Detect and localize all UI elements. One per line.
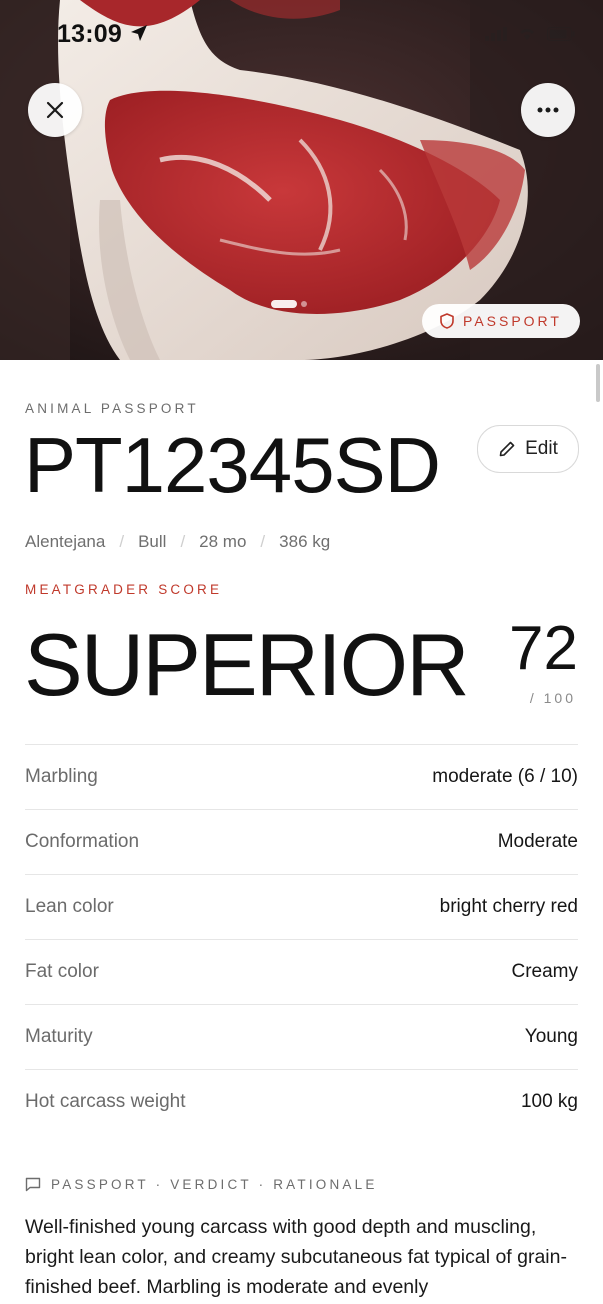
rationale-heading-label: PASSPORT · VERDICT · RATIONALE bbox=[51, 1177, 378, 1192]
meta-breed: Alentejana bbox=[25, 532, 106, 551]
carousel-indicator-active[interactable] bbox=[271, 300, 297, 308]
meta-age: 28 mo bbox=[199, 532, 247, 551]
attribute-list: Marbling moderate (6 / 10) Conformation … bbox=[25, 744, 578, 1134]
attribute-label: Conformation bbox=[25, 831, 140, 852]
attribute-label: Hot carcass weight bbox=[25, 1091, 186, 1112]
attribute-label: Maturity bbox=[25, 1026, 93, 1047]
attribute-label: Marbling bbox=[25, 766, 98, 787]
close-button[interactable] bbox=[28, 83, 82, 137]
attribute-value: bright cherry red bbox=[439, 896, 578, 917]
score-value: 72 bbox=[509, 614, 578, 683]
signal-icon bbox=[485, 26, 507, 41]
more-options-button[interactable] bbox=[521, 83, 575, 137]
score-grade: SUPERIOR bbox=[24, 615, 470, 714]
location-arrow-icon bbox=[131, 25, 147, 41]
shield-icon bbox=[440, 313, 454, 329]
attribute-value: 100 kg bbox=[520, 1091, 578, 1112]
comment-icon bbox=[25, 1177, 41, 1192]
meta-separator: / bbox=[180, 532, 186, 551]
attribute-value: Moderate bbox=[497, 831, 578, 852]
meta-sex: Bull bbox=[138, 532, 167, 551]
close-icon bbox=[46, 101, 64, 119]
meta-separator: / bbox=[119, 532, 125, 551]
attribute-row-conformation: Conformation Moderate bbox=[25, 809, 578, 874]
hero-image: 13:09 PASSPORT bbox=[0, 0, 603, 360]
attribute-label: Fat color bbox=[25, 961, 99, 982]
animal-id-title: PT12345SD bbox=[24, 421, 441, 509]
attribute-value: moderate (6 / 10) bbox=[432, 766, 578, 787]
score-max: / 100 bbox=[529, 690, 576, 706]
attribute-label: Lean color bbox=[25, 896, 114, 917]
attribute-row-marbling: Marbling moderate (6 / 10) bbox=[25, 744, 578, 809]
edit-label: Edit bbox=[525, 438, 558, 459]
edit-button[interactable]: Edit bbox=[477, 425, 579, 473]
passport-eyebrow: ANIMAL PASSPORT bbox=[25, 401, 199, 416]
passport-badge[interactable]: PASSPORT bbox=[422, 304, 580, 338]
status-icons bbox=[485, 26, 575, 41]
meta-weight: 386 kg bbox=[279, 532, 331, 551]
battery-icon bbox=[547, 26, 575, 41]
pencil-icon bbox=[499, 441, 515, 457]
passport-badge-label: PASSPORT bbox=[463, 313, 562, 329]
rationale-heading: PASSPORT · VERDICT · RATIONALE bbox=[25, 1177, 378, 1192]
status-time: 13:09 bbox=[57, 20, 122, 48]
attribute-row-maturity: Maturity Young bbox=[25, 1004, 578, 1069]
attribute-value: Young bbox=[524, 1026, 578, 1047]
attribute-value: Creamy bbox=[511, 961, 578, 982]
attribute-row-fat-color: Fat color Creamy bbox=[25, 939, 578, 1004]
attribute-row-hot-carcass-weight: Hot carcass weight 100 kg bbox=[25, 1069, 578, 1134]
rationale-text: Well-finished young carcass with good de… bbox=[25, 1216, 567, 1298]
attribute-row-lean-color: Lean color bright cherry red bbox=[25, 874, 578, 939]
carousel-indicator[interactable] bbox=[301, 301, 307, 307]
scrollbar[interactable] bbox=[596, 364, 600, 402]
more-horizontal-icon bbox=[537, 107, 559, 113]
meta-separator: / bbox=[260, 532, 266, 551]
animal-meta: Alentejana / Bull / 28 mo / 386 kg bbox=[25, 532, 330, 552]
wifi-icon bbox=[520, 29, 534, 40]
score-eyebrow: MEATGRADER SCORE bbox=[25, 582, 223, 597]
